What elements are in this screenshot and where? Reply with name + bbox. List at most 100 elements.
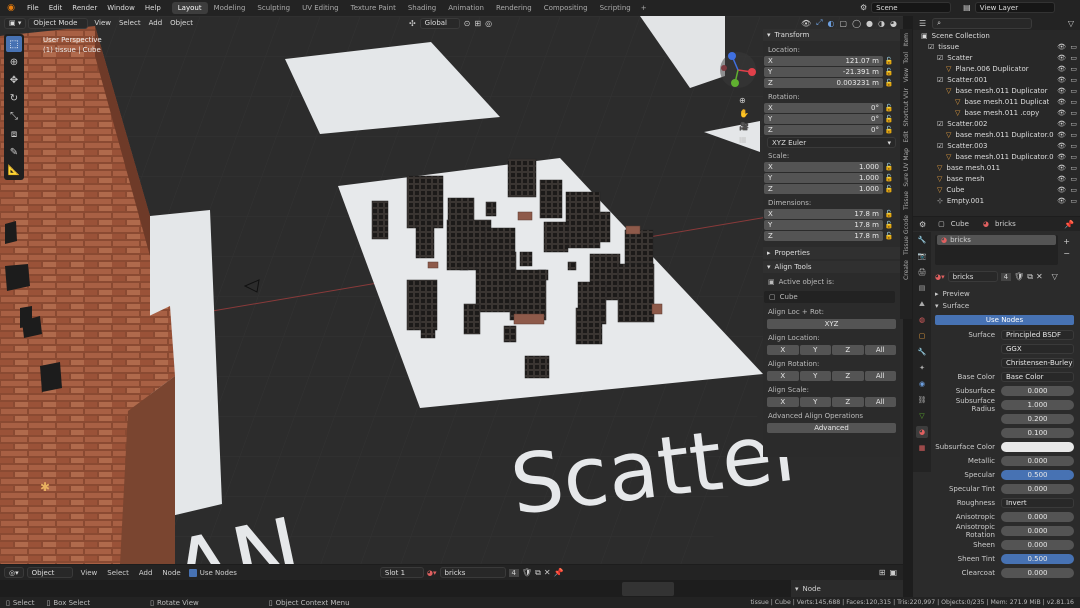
property-value-field[interactable]: 0.200	[1001, 414, 1074, 424]
outliner-row[interactable]: ▽ base mesh.011 .copy 👁 ▭	[913, 107, 1080, 118]
lock-icon[interactable]: 🔓	[883, 174, 895, 182]
align-rotation-y-button[interactable]: Y	[799, 371, 831, 381]
lock-icon[interactable]: 🔓	[883, 115, 895, 123]
align-rotation-x-button[interactable]: X	[767, 371, 799, 381]
outliner-row[interactable]: ⊹ Empty.001 👁 ▭	[913, 195, 1080, 206]
tab-uv-editing[interactable]: UV Editing	[296, 2, 345, 14]
tab-modeling[interactable]: Modeling	[208, 2, 252, 14]
property-value-field[interactable]: Base Color	[1001, 372, 1074, 382]
property-value-field[interactable]: 0.100	[1001, 428, 1074, 438]
eye-icon[interactable]: 👁	[1057, 197, 1066, 205]
eye-icon[interactable]: 👁	[1057, 175, 1066, 183]
scale-z-field[interactable]: Z 1.000	[764, 184, 883, 194]
tab-scripting[interactable]: Scripting	[594, 2, 637, 14]
align-location-x-button[interactable]: X	[767, 345, 799, 355]
eye-icon[interactable]: 👁	[1057, 153, 1066, 161]
lock-icon[interactable]: 🔓	[883, 68, 895, 76]
properties-editor-icon[interactable]: ⚙	[919, 220, 926, 229]
transform-tool-icon[interactable]: ⧈	[6, 126, 22, 142]
zoom-icon[interactable]: ⊕	[739, 96, 749, 105]
outliner-row[interactable]: ▽ base mesh.011 👁 ▭	[913, 162, 1080, 173]
rotate-tool-icon[interactable]: ↻	[6, 90, 22, 106]
viewport-menu-object[interactable]: Object	[166, 18, 197, 28]
xyz-align-button[interactable]: XYZ	[767, 319, 896, 329]
align-scale-all-button[interactable]: All	[864, 397, 896, 407]
menu-edit[interactable]: Edit	[44, 4, 68, 12]
node-shader-type-select[interactable]: Object	[26, 567, 73, 578]
outliner-row[interactable]: ▽ base mesh.011 Duplicat 👁 ▭	[913, 96, 1080, 107]
sidebar-tab-tool[interactable]: Tool	[903, 52, 910, 64]
location-z-field[interactable]: Z 0.003231 m	[764, 78, 883, 88]
outliner-row[interactable]: ▽ Plane.006 Duplicator 👁 ▭	[913, 63, 1080, 74]
property-value-field[interactable]: 0.500	[1001, 470, 1074, 480]
viewport-menu-add[interactable]: Add	[145, 18, 167, 28]
lock-icon[interactable]: 🔓	[883, 104, 895, 112]
outliner-row[interactable]: ▽ base mesh.011 Duplicator 👁 ▭	[913, 85, 1080, 96]
dimensions-z-field[interactable]: Z 17.8 m	[764, 231, 883, 241]
lock-icon[interactable]: 🔓	[883, 210, 895, 218]
pin-icon[interactable]: 📌	[1064, 220, 1074, 229]
node-menu-add[interactable]: Add	[134, 569, 158, 577]
material-name-field[interactable]: bricks	[947, 271, 998, 282]
location-x-field[interactable]: X 121.07 m	[764, 56, 883, 66]
surface-section-header[interactable]: ▾ Surface	[913, 300, 1080, 312]
align-tools-panel-header[interactable]: ▾ Align Tools	[763, 261, 900, 273]
camera-view-icon[interactable]: 🎥	[739, 122, 749, 131]
select-box-tool-icon[interactable]: ⬚	[6, 36, 22, 52]
move-tool-icon[interactable]: ✥	[6, 72, 22, 88]
align-rotation-all-button[interactable]: All	[864, 371, 896, 381]
sidebar-tab-sure-uv-map[interactable]: Sure UV Map	[903, 148, 910, 187]
lock-icon[interactable]: 🔓	[883, 221, 895, 229]
measure-tool-icon[interactable]: 📐	[6, 162, 22, 178]
outliner-row[interactable]: ▽ base mesh 👁 ▭	[913, 173, 1080, 184]
transform-panel-header[interactable]: ▾ Transform	[763, 29, 900, 41]
render-tab-icon[interactable]: 📷	[916, 250, 928, 262]
render-camera-icon[interactable]: ▭	[1070, 109, 1077, 117]
node-menu-select[interactable]: Select	[102, 569, 134, 577]
outliner-row[interactable]: ☑ Scatter.001 👁 ▭	[913, 74, 1080, 85]
tab-animation[interactable]: Animation	[442, 2, 490, 14]
fake-user-icon[interactable]: 🛡	[1014, 272, 1024, 281]
eye-icon[interactable]: 👁	[1057, 43, 1066, 51]
active-object-field[interactable]: ▢ Cube	[764, 291, 895, 303]
eye-icon[interactable]: 👁	[1057, 76, 1066, 84]
outliner-search-input[interactable]: ⌕	[932, 17, 1033, 29]
render-camera-icon[interactable]: ▭	[1070, 186, 1077, 194]
menu-window[interactable]: Window	[102, 4, 140, 12]
sidebar-tab-edit[interactable]: Edit	[903, 131, 910, 143]
use-nodes-checkbox[interactable]: Use Nodes	[188, 568, 237, 577]
eye-icon[interactable]: 👁	[1057, 109, 1066, 117]
rotation-y-field[interactable]: Y 0°	[764, 114, 883, 124]
outliner-row[interactable]: ▽ base mesh.011 Duplicator.0 👁 ▭	[913, 151, 1080, 162]
align-scale-x-button[interactable]: X	[767, 397, 799, 407]
eye-icon[interactable]: 👁	[1057, 131, 1066, 139]
sidebar-tab-tissue-gcode[interactable]: Tissue Gcode	[903, 215, 910, 255]
rotation-x-field[interactable]: X 0°	[764, 103, 883, 113]
scene-tab-icon[interactable]: ⛰	[916, 298, 928, 310]
add-workspace-button[interactable]: +	[641, 4, 647, 12]
shading-material-icon[interactable]: ◑	[878, 19, 885, 28]
align-location-y-button[interactable]: Y	[799, 345, 831, 355]
outliner-row[interactable]: ☑ Scatter.002 👁 ▭	[913, 118, 1080, 129]
scale-tool-icon[interactable]: ⤡	[6, 108, 22, 124]
render-camera-icon[interactable]: ▭	[1070, 153, 1077, 161]
eye-icon[interactable]: 👁	[1057, 164, 1066, 172]
render-camera-icon[interactable]: ▭	[1070, 76, 1077, 84]
sidebar-tab-tissue[interactable]: Tissue	[903, 191, 910, 210]
tab-layout[interactable]: Layout	[171, 2, 208, 14]
editor-type-button[interactable]: ▣ ▾	[4, 17, 27, 29]
gizmo-toggle-icon[interactable]: ⤢	[816, 18, 822, 28]
transform-orientation-icon[interactable]: ✣	[409, 19, 416, 28]
pivot-icon[interactable]: ⊙	[464, 19, 471, 28]
outliner-row[interactable]: ☑ Scatter.003 👁 ▭	[913, 140, 1080, 151]
render-camera-icon[interactable]: ▭	[1070, 87, 1077, 95]
slot-select[interactable]: Slot 1	[379, 567, 424, 578]
property-value-field[interactable]: Christensen-Burley	[1001, 358, 1074, 368]
sidebar-tab-view[interactable]: View	[903, 68, 910, 82]
user-count-badge[interactable]: 4	[1000, 272, 1012, 281]
ortho-toggle-icon[interactable]: ▦	[739, 135, 749, 144]
eye-icon[interactable]: 👁	[1057, 142, 1066, 150]
render-camera-icon[interactable]: ▭	[1070, 131, 1077, 139]
duplicate-material-icon[interactable]: ⧉	[1027, 272, 1033, 282]
dimensions-y-field[interactable]: Y 17.8 m	[764, 220, 883, 230]
